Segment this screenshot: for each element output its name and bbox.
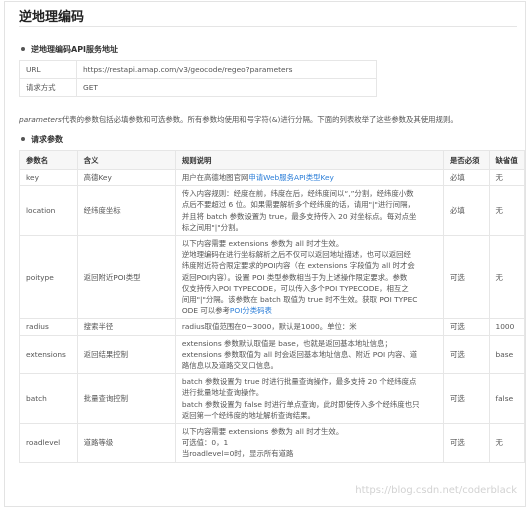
param-name-cell: radius (19, 318, 78, 336)
rule-line: 传入内容规则：经度在前，纬度在后，经纬度间以“,”分割，经纬度小数 (181, 189, 414, 199)
param-meaning-cell: 返回结果控制 (76, 334, 176, 375)
table-row: URL https://restapi.amap.com/v3/geocode/… (19, 60, 377, 79)
rule-line: 逆地理编码在进行坐标解析之后不仅可以返回地址描述，也可以返回经 (181, 250, 411, 260)
param-meaning-cell: 高德Key (76, 168, 176, 187)
param-default-cell: 1000 (488, 318, 525, 336)
rule-line: 用户在高德地图官网 (181, 173, 249, 182)
rule-line: radius取值范围在0~3000，默认是1000。单位：米 (181, 322, 357, 332)
table-row: location 经纬度坐标 传入内容规则：经度在前，纬度在后，经纬度间以“,”分割… (19, 185, 525, 237)
rule-line: 返回POI内容）。设置 POI 类型参数相当于为上述操作限定要求。参数 (181, 272, 408, 282)
table-row: radius 搜索半径 radius取值范围在0~3000，默认是1000。单位：米… (19, 318, 525, 336)
rule-line: 可选值：0，1 (181, 438, 229, 448)
bullet-icon (21, 46, 25, 51)
rule-line: extensions 参数取值为 all 时会返回基本地址信息、附近 POI 内… (181, 349, 418, 359)
table-row: extensions 返回结果控制 extensions 参数默认取值是 base，… (19, 334, 525, 375)
param-default-cell: 无 (488, 185, 525, 237)
rule-line: 以下内容需要 extensions 参数为 all 时才生效。 (181, 427, 344, 437)
api-address-table: URL https://restapi.amap.com/v3/geocode/… (19, 60, 377, 97)
params-table: 参数名 含义 规则说明 是否必须 缺省值 key 高德Key 用户在高德地图官网申请… (19, 150, 525, 463)
param-name-cell: location (19, 185, 78, 237)
param-default-cell: base (488, 334, 525, 375)
table-row: key 高德Key 用户在高德地图官网申请Web服务API类型Key 必填无 (19, 168, 525, 187)
param-meaning-cell: 搜索半径 (76, 318, 176, 336)
rule-line: 返回第一个经纬度的地址解析查询结果。 (181, 410, 315, 420)
rule-line: ODE 可以参考 (181, 306, 230, 316)
param-rules-cell: 以下内容需要 extensions 参数为 all 时才生效。 逆地理编码在进行坐… (174, 235, 445, 320)
doc-link[interactable]: 申请Web服务API类型Key (248, 173, 334, 182)
rule-line: 点后不要超过 6 位。如果需要解析多个经纬度的话，请用"|"进行间隔， (181, 200, 415, 210)
param-rules-cell: 传入内容规则：经度在前，纬度在后，经纬度间以“,”分割，经纬度小数 点后不要超过 … (174, 185, 445, 237)
rule-line: 路信息以及道路交叉口信息。 (181, 361, 278, 371)
param-default-cell: false (488, 373, 525, 425)
param-required-cell: 可选 (443, 334, 490, 375)
param-meaning-cell: 批量查询控制 (76, 373, 176, 425)
col-header-required: 是否必须 (443, 150, 490, 170)
col-header-meaning: 含义 (76, 150, 176, 170)
param-name-cell: batch (19, 373, 78, 425)
page-title: 逆地理编码 (19, 10, 85, 25)
table-row: roadlevel 道路等级 以下内容需要 extensions 参数为 all 时… (19, 423, 525, 463)
col-header-rules: 规则说明 (174, 150, 445, 170)
method-key-cell: 请求方式 (19, 78, 77, 97)
params-table-body: key 高德Key 用户在高德地图官网申请Web服务API类型Key 必填无 locat… (19, 168, 525, 463)
col-header-name: 参数名 (19, 150, 78, 170)
table-header-row: 参数名 含义 规则说明 是否必须 缺省值 (19, 150, 525, 170)
param-name-cell: key (19, 168, 78, 187)
rule-line: 纬度附近符合限定要求的POI内容（在 extensions 字段值为 all 时… (181, 261, 415, 271)
param-default-cell: 无 (488, 423, 525, 463)
intro-param-word: parameters (19, 115, 62, 124)
url-key-cell: URL (19, 60, 77, 79)
doc-frame: 逆地理编码 逆地理编码API服务地址 URL https://restapi.a… (4, 1, 526, 507)
param-required-cell: 必填 (443, 168, 490, 187)
param-name-cell: poitype (19, 235, 78, 320)
param-name-cell: extensions (19, 334, 78, 375)
bullet-icon (21, 136, 25, 141)
param-required-cell: 可选 (443, 423, 490, 463)
param-rules-cell: extensions 参数默认取值是 base，也就是返回基本地址信息； exte… (174, 334, 445, 375)
param-default-cell: 无 (488, 168, 525, 187)
params-section-heading: 请求参数 (21, 134, 63, 145)
intro-paragraph: parameters代表的参数包括必填参数和可选参数。所有参数均使用和号字符(&… (19, 114, 519, 125)
param-required-cell: 可选 (443, 235, 490, 320)
rule-line: 以下内容需要 extensions 参数为 all 时才生效。 (181, 239, 344, 249)
table-row: batch 批量查询控制 batch 参数设置为 true 时进行批量查询操作，最多… (19, 373, 525, 425)
param-meaning-cell: 返回附近POI类型 (76, 235, 176, 320)
watermark: https://blog.csdn.net/coderblack (355, 485, 517, 496)
param-meaning-cell: 道路等级 (76, 423, 176, 463)
intro-text: 代表的参数包括必填参数和可选参数。所有参数均使用和号字符(&)进行分隔。下面的列… (61, 115, 458, 124)
param-required-cell: 必填 (443, 185, 490, 237)
param-required-cell: 可选 (443, 373, 490, 425)
rule-line: 当roadlevel=0时，显示所有道路 (181, 449, 294, 459)
rule-line: 并且将 batch 参数设置为 true，最多支持传入 20 对坐标点。每对点坐 (181, 211, 417, 221)
rule-line: batch 参数设置为 false 时进行单点查询，此时即使传入多个经纬度也只 (181, 399, 420, 409)
rule-line: 间用"|"分隔。该参数在 batch 取值为 true 时不生效。获取 POI … (181, 295, 418, 305)
rule-line: 进行批量地址查询操作。 (181, 388, 264, 398)
param-default-cell: 无 (488, 235, 525, 320)
table-row: poitype 返回附近POI类型 以下内容需要 extensions 参数为 al… (19, 235, 525, 320)
param-name-cell: roadlevel (19, 423, 78, 463)
url-value-cell: https://restapi.amap.com/v3/geocode/rege… (76, 60, 377, 79)
param-rules-cell: radius取值范围在0~3000，默认是1000。单位：米 (174, 318, 445, 336)
title-divider (19, 26, 517, 27)
param-rules-cell: batch 参数设置为 true 时进行批量查询操作，最多支持 20 个经纬度点… (174, 373, 445, 425)
param-rules-cell: 用户在高德地图官网申请Web服务API类型Key (174, 168, 445, 187)
rule-line: 仅支持传入POI TYPECODE，可以传入多个POI TYPECODE，相互之 (181, 283, 409, 293)
col-header-default: 缺省值 (488, 150, 525, 170)
api-section-heading: 逆地理编码API服务地址 (21, 44, 118, 55)
rule-line: 标之间用"|"分割。 (181, 222, 243, 232)
method-value-cell: GET (76, 78, 377, 97)
rule-line: extensions 参数默认取值是 base，也就是返回基本地址信息； (181, 338, 392, 348)
param-meaning-cell: 经纬度坐标 (76, 185, 176, 237)
param-rules-cell: 以下内容需要 extensions 参数为 all 时才生效。 可选值：0，1 当r… (174, 423, 445, 463)
doc-link[interactable]: POI分类码表 (230, 306, 272, 315)
rule-line: batch 参数设置为 true 时进行批量查询操作，最多支持 20 个经纬度点 (181, 377, 417, 387)
param-required-cell: 可选 (443, 318, 490, 336)
table-row: 请求方式 GET (19, 78, 377, 97)
